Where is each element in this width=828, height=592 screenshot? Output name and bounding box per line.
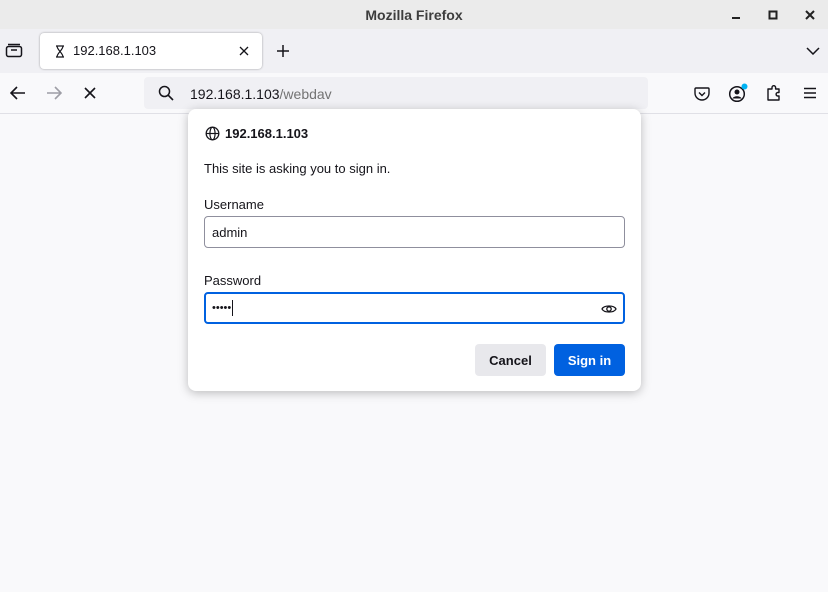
url-path: /webdav bbox=[279, 86, 332, 102]
search-icon bbox=[158, 85, 174, 101]
minimize-icon bbox=[731, 16, 740, 19]
text-caret bbox=[232, 300, 234, 316]
close-icon bbox=[239, 46, 249, 56]
window-controls bbox=[717, 0, 828, 29]
app-menu-button[interactable] bbox=[800, 83, 820, 103]
minimize-button[interactable] bbox=[717, 4, 754, 26]
firefox-view-icon bbox=[5, 43, 23, 58]
pocket-button[interactable] bbox=[692, 83, 712, 103]
chevron-down-icon bbox=[806, 47, 820, 55]
maximize-button[interactable] bbox=[754, 4, 791, 26]
username-field[interactable]: admin bbox=[204, 216, 625, 248]
forward-button[interactable] bbox=[44, 83, 64, 103]
tab-title: 192.168.1.103 bbox=[73, 43, 157, 58]
close-icon bbox=[804, 9, 815, 20]
account-icon bbox=[728, 83, 748, 103]
password-label: Password bbox=[204, 273, 262, 288]
maximize-icon bbox=[768, 10, 777, 19]
list-all-tabs-button[interactable] bbox=[804, 42, 822, 60]
back-button[interactable] bbox=[8, 83, 28, 103]
arrow-right-icon bbox=[47, 86, 62, 100]
dialog-message: This site is asking you to sign in. bbox=[204, 161, 391, 176]
window-titlebar: Mozilla Firefox bbox=[0, 0, 828, 29]
dialog-header: 192.168.1.103 bbox=[205, 126, 308, 141]
navigation-toolbar: 192.168.1.103/webdav bbox=[0, 73, 828, 114]
tab-strip: 192.168.1.103 bbox=[0, 29, 828, 73]
pocket-icon bbox=[694, 86, 710, 101]
tab-active[interactable]: 192.168.1.103 bbox=[40, 33, 262, 69]
firefox-view-button[interactable] bbox=[4, 40, 24, 60]
hourglass-icon bbox=[53, 43, 67, 59]
dialog-host: 192.168.1.103 bbox=[225, 126, 309, 141]
account-button[interactable] bbox=[728, 83, 748, 103]
plus-icon bbox=[277, 45, 289, 57]
auth-dialog: 192.168.1.103 This site is asking you to… bbox=[188, 109, 641, 391]
url-host: 192.168.1.103 bbox=[190, 86, 280, 102]
username-value: admin bbox=[212, 224, 248, 240]
url-bar[interactable]: 192.168.1.103/webdav bbox=[144, 77, 648, 109]
tab-close-button[interactable] bbox=[236, 43, 252, 59]
stop-button[interactable] bbox=[80, 83, 100, 103]
close-window-button[interactable] bbox=[791, 4, 828, 26]
password-field[interactable]: ••••• bbox=[204, 292, 625, 324]
cancel-button[interactable]: Cancel bbox=[475, 344, 546, 376]
arrow-left-icon bbox=[10, 86, 25, 100]
extensions-button[interactable] bbox=[764, 83, 784, 103]
eye-icon[interactable] bbox=[601, 301, 617, 317]
username-label: Username bbox=[204, 197, 264, 212]
stop-icon bbox=[84, 87, 96, 99]
password-value: ••••• bbox=[212, 302, 232, 314]
puzzle-icon bbox=[767, 85, 780, 101]
window-title: Mozilla Firefox bbox=[365, 6, 463, 23]
new-tab-button[interactable] bbox=[274, 42, 292, 60]
sign-in-button[interactable]: Sign in bbox=[554, 344, 625, 376]
hamburger-menu-icon bbox=[804, 87, 816, 99]
globe-icon bbox=[205, 126, 220, 141]
url-text: 192.168.1.103/webdav bbox=[190, 86, 332, 102]
